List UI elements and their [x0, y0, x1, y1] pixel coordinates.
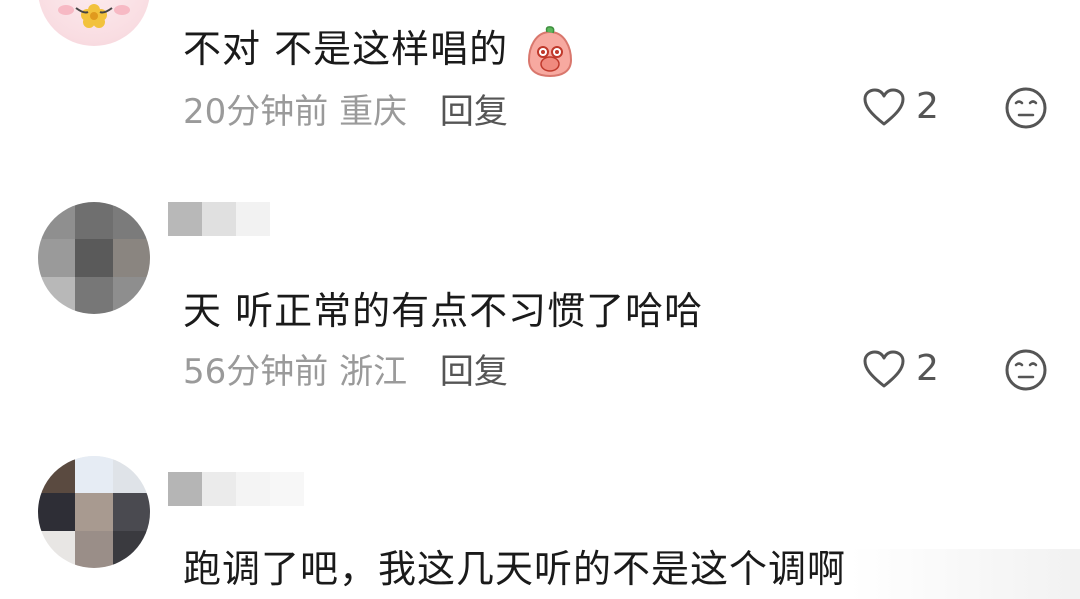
- avatar[interactable]: [38, 456, 150, 568]
- neutral-face-icon: [1005, 87, 1047, 129]
- comment-time: 56分钟前: [183, 352, 329, 392]
- comment-meta: 20分钟前 重庆 回复: [183, 84, 508, 133]
- heart-outline-icon: [863, 88, 905, 125]
- username-redacted: [168, 202, 270, 236]
- comment-item-1: 不对 不是这样唱的 20分钟前 重庆 回复 2: [0, 0, 1080, 140]
- comment-text: 跑调了吧，我这几天听的不是这个调啊: [183, 538, 846, 593]
- username-redacted: [168, 472, 304, 506]
- comment-text-content: 天 听正常的有点不习惯了哈哈: [183, 289, 704, 333]
- avatar-mosaic: [38, 456, 150, 568]
- like-button[interactable]: 2: [862, 348, 939, 389]
- like-count: 2: [916, 86, 939, 127]
- avatar[interactable]: [38, 202, 150, 314]
- like-count: 2: [916, 348, 939, 389]
- comment-item-2: 天 听正常的有点不习惯了哈哈 56分钟前 浙江 回复 2: [0, 180, 1080, 420]
- blushing-face-emoji-icon: [528, 25, 573, 77]
- dislike-button[interactable]: [1004, 348, 1048, 396]
- comment-location: 浙江: [339, 352, 408, 392]
- watermark: [850, 549, 1080, 599]
- avatar-mosaic: [38, 202, 150, 314]
- reply-button[interactable]: 回复: [440, 352, 508, 392]
- heart-outline-icon: [863, 350, 905, 387]
- avatar[interactable]: [38, 0, 150, 46]
- comment-text: 天 听正常的有点不习惯了哈哈: [183, 280, 703, 335]
- dislike-button[interactable]: [1004, 86, 1048, 134]
- comment-text-content: 跑调了吧，我这几天听的不是这个调啊: [183, 547, 847, 591]
- comment-text-content: 不对 不是这样唱的: [183, 27, 509, 71]
- comment-time: 20分钟前: [183, 92, 329, 132]
- like-button[interactable]: 2: [862, 86, 939, 127]
- comment-text: 不对 不是这样唱的: [183, 18, 575, 78]
- neutral-face-icon: [1005, 349, 1047, 391]
- comment-meta: 56分钟前 浙江 回复: [183, 344, 508, 393]
- comment-location: 重庆: [339, 92, 408, 132]
- flower-icon: [58, 4, 130, 28]
- reply-button[interactable]: 回复: [440, 92, 508, 132]
